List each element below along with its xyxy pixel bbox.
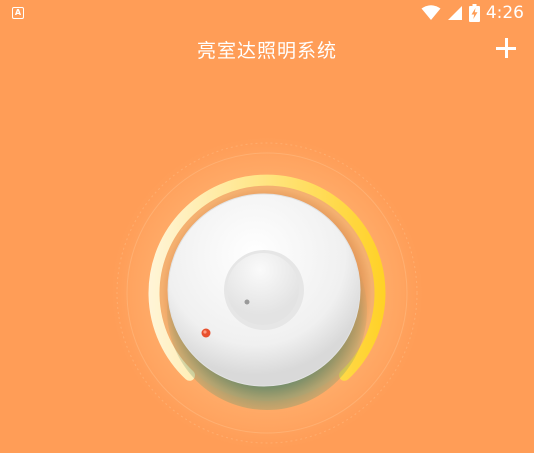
knob-center-cap	[227, 253, 299, 325]
brightness-dial[interactable]	[0, 0, 534, 453]
center-dot	[244, 299, 250, 305]
level-indicator-highlight	[203, 330, 207, 334]
lighting-control-screen: A 4:26 亮室达照明系统	[0, 0, 534, 453]
